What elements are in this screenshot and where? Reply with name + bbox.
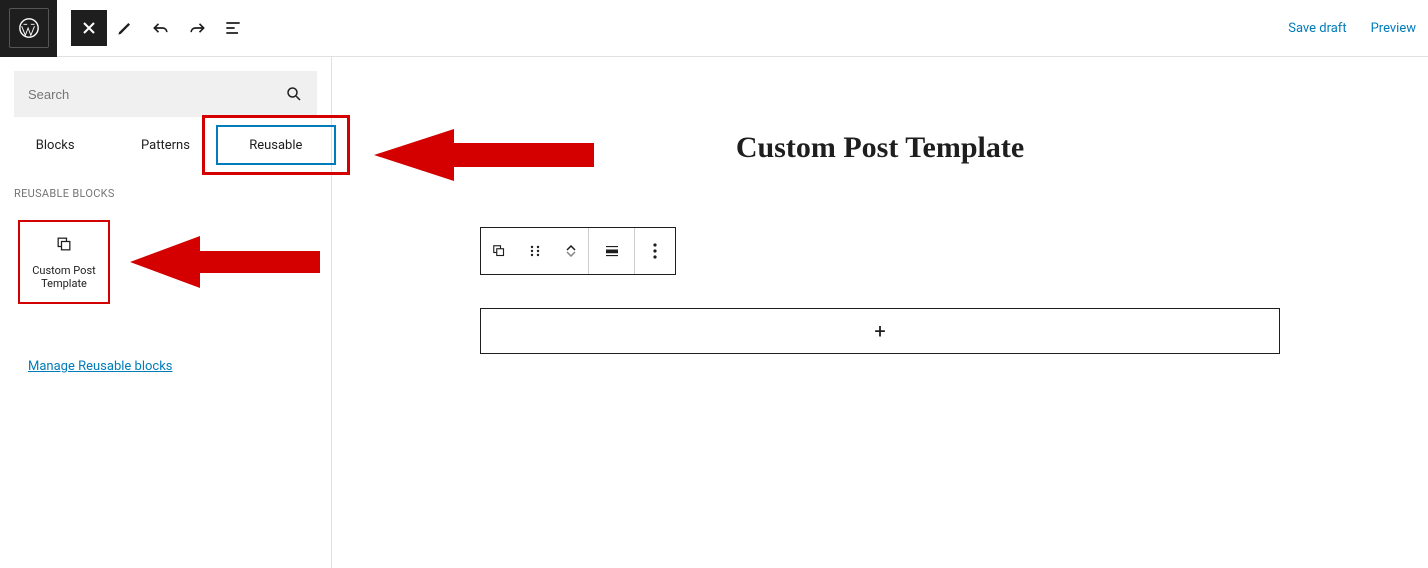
- move-up-down[interactable]: [553, 228, 589, 274]
- redo-button[interactable]: [179, 10, 215, 46]
- more-options-button[interactable]: [635, 228, 675, 274]
- undo-icon: [151, 18, 171, 38]
- add-block-button[interactable]: +: [480, 308, 1280, 354]
- annotation-highlight: Reusable: [202, 115, 350, 175]
- block-toolbar: [480, 227, 676, 275]
- drag-handle[interactable]: [517, 228, 553, 274]
- top-toolbar: Save draft Preview: [0, 0, 1428, 57]
- reusable-block-card[interactable]: Custom Post Template: [18, 220, 110, 304]
- block-inserter-sidebar: Blocks Patterns Reusable REUSABLE BLOCKS…: [0, 57, 332, 568]
- search-input-wrap[interactable]: [14, 71, 317, 117]
- wordpress-logo[interactable]: [0, 0, 57, 57]
- tab-reusable[interactable]: Reusable: [221, 121, 331, 169]
- drag-icon: [528, 244, 542, 258]
- annotation-arrow: [130, 234, 320, 290]
- pencil-icon: [115, 18, 135, 38]
- editor-canvas: Custom Post Template Type / to choose a …: [332, 57, 1428, 568]
- reusable-block-label: Custom Post Template: [20, 264, 108, 290]
- align-button[interactable]: [589, 228, 635, 274]
- close-inserter-button[interactable]: [71, 10, 107, 46]
- annotation-arrow: [374, 125, 594, 185]
- outline-icon: [223, 18, 243, 38]
- edit-tool-button[interactable]: [107, 10, 143, 46]
- wordpress-icon: [18, 17, 40, 39]
- section-label: REUSABLE BLOCKS: [0, 169, 331, 210]
- redo-icon: [187, 18, 207, 38]
- details-button[interactable]: [215, 10, 251, 46]
- plus-icon: +: [874, 319, 885, 343]
- tab-reusable-label: Reusable: [249, 138, 302, 153]
- chevron-up-down-icon: [566, 245, 576, 257]
- search-icon: [285, 85, 303, 103]
- undo-button[interactable]: [143, 10, 179, 46]
- search-input[interactable]: [28, 87, 228, 102]
- close-icon: [81, 20, 97, 36]
- manage-reusable-link[interactable]: Manage Reusable blocks: [28, 359, 173, 374]
- tab-blocks[interactable]: Blocks: [0, 121, 110, 169]
- align-icon: [603, 242, 621, 260]
- preview-link[interactable]: Preview: [1359, 11, 1428, 46]
- block-type-button[interactable]: [481, 228, 517, 274]
- reusable-block-icon: [54, 234, 74, 254]
- more-vertical-icon: [653, 243, 657, 259]
- reusable-block-icon: [490, 242, 508, 260]
- save-draft-link[interactable]: Save draft: [1276, 11, 1358, 46]
- inserter-tabs: Blocks Patterns Reusable: [0, 121, 331, 169]
